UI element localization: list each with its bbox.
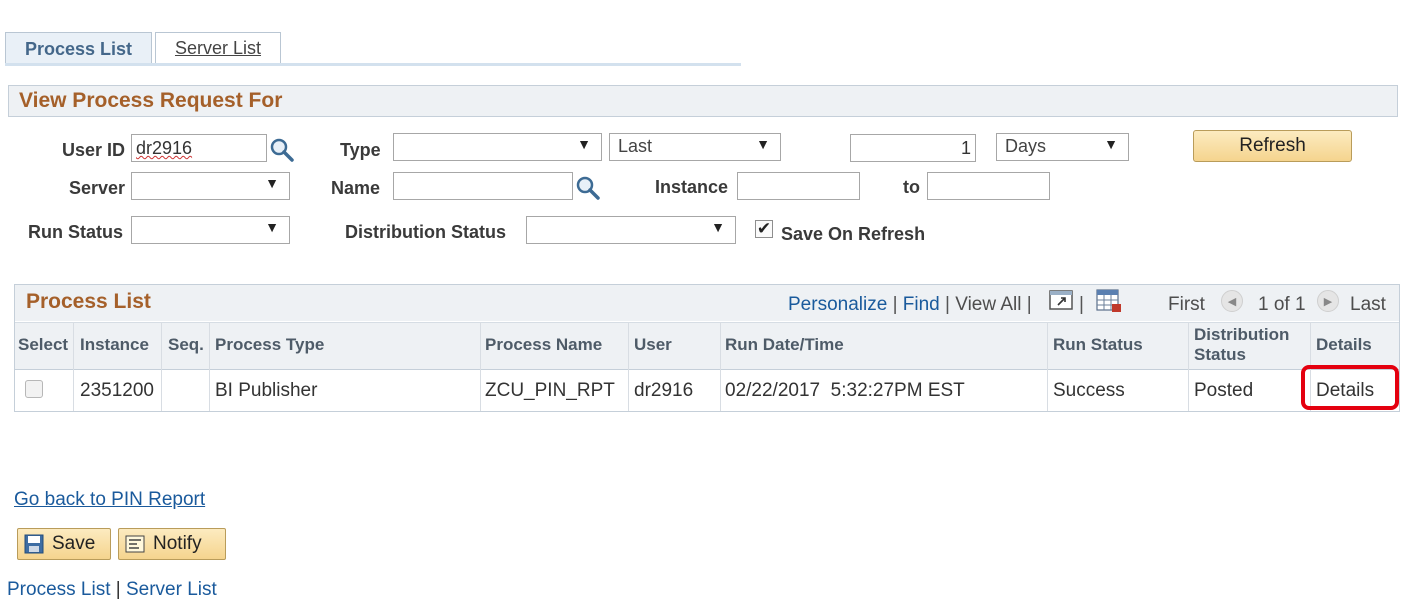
notify-button[interactable]: Notify bbox=[118, 528, 226, 560]
col-user: User bbox=[634, 335, 672, 354]
tab-server-list[interactable]: Server List bbox=[155, 32, 281, 64]
notify-icon bbox=[125, 535, 145, 553]
col-instance: Instance bbox=[80, 335, 149, 354]
cell-run-status: Success bbox=[1053, 380, 1125, 401]
footer-process-list-link[interactable]: Process List bbox=[7, 579, 110, 600]
cell-distribution-status: Posted bbox=[1194, 380, 1254, 401]
type-select[interactable]: ▼ bbox=[393, 133, 602, 161]
go-back-link[interactable]: Go back to PIN Report bbox=[14, 489, 205, 511]
col-run-status: Run Status bbox=[1053, 335, 1143, 354]
nav-separator: | bbox=[945, 294, 950, 315]
footer-links: Process List | Server List bbox=[7, 579, 217, 601]
tab-divider bbox=[5, 63, 741, 66]
download-spreadsheet-icon[interactable] bbox=[1096, 289, 1122, 313]
column-divider bbox=[1188, 322, 1189, 411]
user-id-value: dr2916 bbox=[136, 138, 193, 158]
save-button[interactable]: Save bbox=[17, 528, 111, 560]
nav-separator: | bbox=[892, 294, 898, 315]
row-count: 1 of 1 bbox=[1258, 294, 1306, 315]
column-divider bbox=[720, 322, 721, 411]
footer-separator: | bbox=[115, 579, 121, 600]
nav-separator: | bbox=[1079, 294, 1084, 315]
save-icon bbox=[24, 534, 44, 554]
col-run-datetime: Run Date/Time bbox=[725, 335, 844, 354]
server-select[interactable]: ▼ bbox=[131, 172, 290, 200]
chevron-down-icon: ▼ bbox=[711, 219, 725, 235]
type-label: Type bbox=[340, 140, 381, 160]
chevron-down-icon: ▼ bbox=[577, 136, 591, 152]
days-count-input[interactable]: 1 bbox=[850, 134, 976, 162]
save-on-refresh-label: Save On Refresh bbox=[781, 224, 926, 244]
personalize-link[interactable]: Personalize bbox=[788, 294, 887, 315]
cell-run-datetime: 02/22/2017 5:32:27PM EST bbox=[725, 380, 965, 401]
user-id-input[interactable]: dr2916 bbox=[131, 134, 267, 162]
column-divider bbox=[161, 322, 162, 411]
col-details: Details bbox=[1316, 335, 1372, 354]
name-input[interactable] bbox=[393, 172, 573, 200]
user-id-label: User ID bbox=[62, 140, 126, 160]
distribution-status-label: Distribution Status bbox=[345, 222, 506, 242]
col-distribution-status-line2: Status bbox=[1194, 345, 1246, 364]
column-divider bbox=[1047, 322, 1048, 411]
next-arrow-icon[interactable]: ▶ bbox=[1317, 290, 1339, 312]
server-label: Server bbox=[69, 178, 126, 198]
last-label: Last bbox=[1350, 294, 1386, 315]
col-seq: Seq. bbox=[168, 335, 204, 354]
notify-button-label: Notify bbox=[153, 533, 202, 554]
first-label: First bbox=[1168, 294, 1205, 315]
days-unit-select[interactable]: Days ▼ bbox=[996, 133, 1129, 161]
name-lookup-icon[interactable] bbox=[575, 175, 601, 201]
last-select[interactable]: Last ▼ bbox=[609, 133, 781, 161]
instance-from-input[interactable] bbox=[737, 172, 860, 200]
column-divider bbox=[209, 322, 210, 411]
grid-title: Process List bbox=[26, 290, 151, 313]
chevron-down-icon: ▼ bbox=[265, 175, 279, 191]
distribution-status-select[interactable]: ▼ bbox=[526, 216, 736, 244]
column-divider bbox=[480, 322, 481, 411]
previous-arrow-icon[interactable]: ◀ bbox=[1221, 290, 1243, 312]
column-divider bbox=[73, 322, 74, 411]
name-label: Name bbox=[331, 178, 381, 198]
save-on-refresh-checkbox[interactable]: ✔ bbox=[755, 220, 773, 238]
chevron-down-icon: ▼ bbox=[756, 136, 770, 152]
save-button-label: Save bbox=[52, 533, 96, 554]
find-link[interactable]: Find bbox=[903, 294, 940, 315]
col-process-type: Process Type bbox=[215, 335, 325, 354]
run-status-label: Run Status bbox=[28, 222, 124, 242]
tab-process-list[interactable]: Process List bbox=[5, 32, 152, 65]
instance-label: Instance bbox=[655, 177, 729, 197]
grid-nav: Personalize | Find | View All | bbox=[788, 294, 1032, 316]
days-unit-value: Days bbox=[1005, 136, 1047, 156]
cell-process-name: ZCU_PIN_RPT bbox=[485, 380, 615, 401]
col-process-name: Process Name bbox=[485, 335, 603, 354]
nav-separator: | bbox=[1026, 294, 1032, 315]
section-title: View Process Request For bbox=[19, 89, 283, 112]
cell-process-type: BI Publisher bbox=[215, 380, 318, 401]
tab-server-list-label: Server List bbox=[174, 38, 262, 58]
footer-server-list-link[interactable]: Server List bbox=[126, 579, 217, 600]
section-header: View Process Request For bbox=[8, 85, 1398, 117]
view-all-link[interactable]: View All bbox=[955, 294, 1021, 315]
user-id-lookup-icon[interactable] bbox=[269, 137, 295, 163]
chevron-down-icon: ▼ bbox=[1104, 136, 1118, 152]
details-highlight-box bbox=[1301, 365, 1399, 410]
to-label: to bbox=[903, 177, 920, 197]
cell-instance: 2351200 bbox=[80, 380, 154, 401]
new-window-icon[interactable] bbox=[1049, 290, 1073, 310]
last-select-value: Last bbox=[618, 136, 653, 156]
chevron-down-icon: ▼ bbox=[265, 219, 279, 235]
col-select: Select bbox=[18, 335, 69, 354]
row-select-checkbox[interactable] bbox=[25, 380, 43, 398]
run-status-select[interactable]: ▼ bbox=[131, 216, 290, 244]
cell-user: dr2916 bbox=[634, 380, 694, 401]
col-distribution-status-line1: Distribution bbox=[1194, 325, 1290, 344]
column-divider bbox=[628, 322, 629, 411]
instance-to-input[interactable] bbox=[927, 172, 1050, 200]
refresh-button[interactable]: Refresh bbox=[1193, 130, 1352, 162]
